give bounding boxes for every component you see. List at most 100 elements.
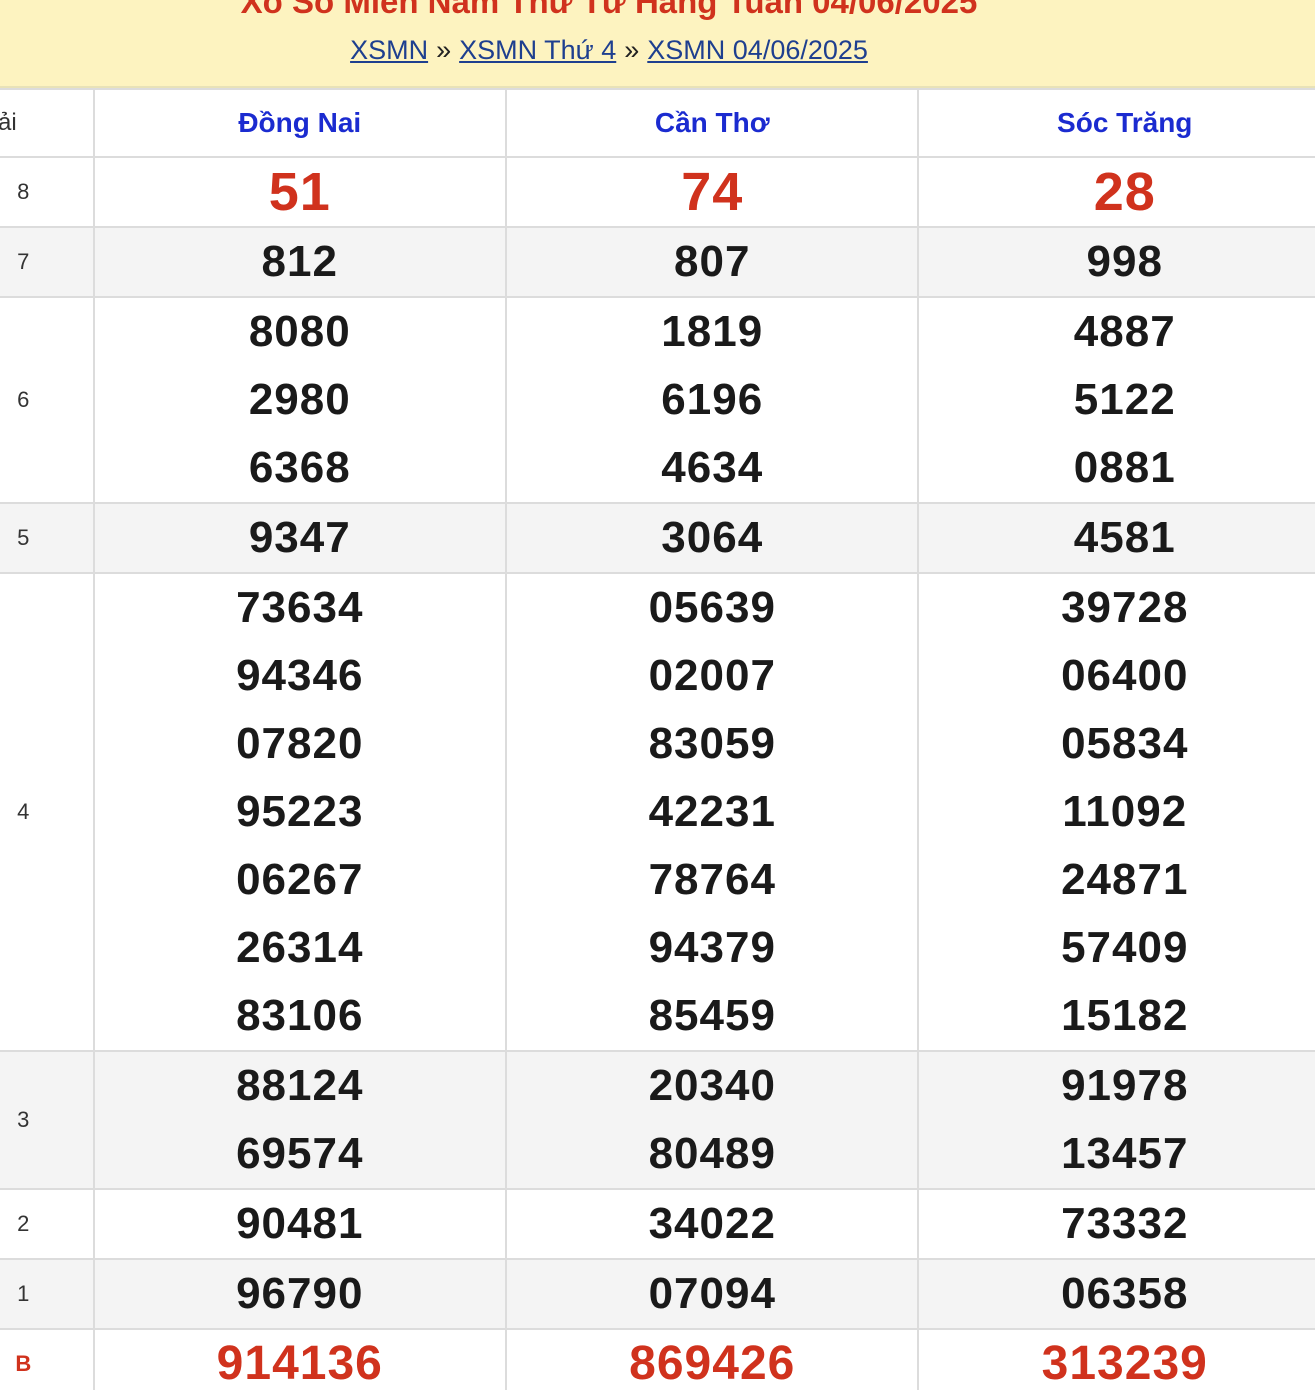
result-cell: 313239 (917, 1328, 1315, 1390)
result-cell: 05639 02007 83059 42231 78764 94379 8545… (504, 572, 920, 1052)
result-cell: 34022 (504, 1188, 920, 1260)
result-number: 83106 (236, 991, 364, 1040)
result-number: 06358 (1061, 1269, 1189, 1318)
result-cell: 8080 2980 6368 (92, 296, 508, 504)
result-number: 9347 (248, 513, 351, 562)
breadcrumb-separator: » (624, 35, 640, 65)
breadcrumb-link-xsmn[interactable]: XSMN (350, 35, 428, 65)
result-number: 05834 (1061, 719, 1189, 768)
result-number: 5122 (1073, 375, 1176, 424)
result-cell: 06358 (917, 1258, 1315, 1330)
result-cell: 4581 (917, 502, 1315, 574)
special-prize-number: 313239 (1041, 1337, 1208, 1390)
header-banner: Xổ Số Miền Nam Thứ Tư Hàng Tuần 04/06/20… (0, 0, 1315, 88)
result-number: 28 (1093, 162, 1156, 222)
result-cell: 20340 80489 (504, 1050, 920, 1190)
result-cell: 90481 (92, 1188, 508, 1260)
result-number: 51 (268, 162, 331, 222)
results-body: 8 51 74 28 7 812 807 998 6 8080 2980 636… (0, 156, 1315, 1390)
result-number: 6196 (661, 375, 764, 424)
prize-label: 4 (0, 572, 95, 1052)
result-number: 74 (681, 162, 744, 222)
special-prize-number: 914136 (216, 1337, 383, 1390)
province-header-can-tho[interactable]: Cần Thơ (504, 88, 920, 158)
result-number: 34022 (648, 1199, 776, 1248)
prize-label: 2 (0, 1188, 95, 1260)
result-number: 05639 (648, 583, 776, 632)
special-prize-number: 869426 (629, 1337, 796, 1390)
result-cell: 1819 6196 4634 (504, 296, 920, 504)
prize-label: 5 (0, 502, 95, 574)
breadcrumb-link-xsmn-thu-4[interactable]: XSMN Thứ 4 (459, 35, 616, 65)
results-page: Xổ Số Miền Nam Thứ Tư Hàng Tuần 04/06/20… (0, 0, 1315, 1390)
result-number: 73332 (1061, 1199, 1189, 1248)
prize-label: 8 (0, 156, 95, 228)
result-number: 4634 (661, 443, 764, 492)
prize-row-8: 8 51 74 28 (0, 156, 1315, 228)
prize-row-7: 7 812 807 998 (0, 226, 1315, 298)
result-number: 94346 (236, 651, 364, 700)
result-number: 4581 (1073, 513, 1176, 562)
prize-row-5: 5 9347 3064 4581 (0, 502, 1315, 574)
prize-row-4: 4 73634 94346 07820 95223 06267 26314 83… (0, 572, 1315, 1052)
result-cell: 869426 (504, 1328, 920, 1390)
result-number: 3064 (661, 513, 764, 562)
prize-row-2: 2 90481 34022 73332 (0, 1188, 1315, 1260)
prize-row-special: B 914136 869426 313239 (0, 1328, 1315, 1390)
result-number: 06267 (236, 855, 364, 904)
result-cell: 73634 94346 07820 95223 06267 26314 8310… (92, 572, 508, 1052)
result-number: 80489 (648, 1129, 776, 1178)
result-number: 73634 (236, 583, 364, 632)
result-number: 20340 (648, 1061, 776, 1110)
result-number: 812 (261, 237, 338, 286)
result-cell: 39728 06400 05834 11092 24871 57409 1518… (917, 572, 1315, 1052)
result-number: 02007 (648, 651, 776, 700)
result-number: 57409 (1061, 923, 1189, 972)
prize-row-3: 3 88124 69574 20340 80489 91978 13457 (0, 1050, 1315, 1190)
result-number: 24871 (1061, 855, 1189, 904)
result-cell: 07094 (504, 1258, 920, 1330)
page-title: Xổ Số Miền Nam Thứ Tư Hàng Tuần 04/06/20… (240, 0, 978, 20)
result-number: 95223 (236, 787, 364, 836)
prize-label: 6 (0, 296, 95, 504)
result-number: 39728 (1061, 583, 1189, 632)
result-cell: 88124 69574 (92, 1050, 508, 1190)
result-cell: 9347 (92, 502, 508, 574)
result-cell: 807 (504, 226, 920, 298)
prize-row-6: 6 8080 2980 6368 1819 6196 4634 4887 512… (0, 296, 1315, 504)
result-number: 998 (1086, 237, 1163, 286)
result-number: 94379 (648, 923, 776, 972)
province-header-soc-trang[interactable]: Sóc Trăng (917, 88, 1315, 158)
result-number: 6368 (248, 443, 351, 492)
result-number: 8080 (248, 307, 351, 356)
result-number: 90481 (236, 1199, 364, 1248)
result-number: 807 (674, 237, 751, 286)
breadcrumb-separator: » (436, 35, 452, 65)
breadcrumb-link-xsmn-date[interactable]: XSMN 04/06/2025 (647, 35, 868, 65)
prize-column-header: ải (0, 88, 95, 158)
result-number: 1819 (661, 307, 764, 356)
result-cell: 28 (917, 156, 1315, 228)
result-cell: 74 (504, 156, 920, 228)
result-number: 85459 (648, 991, 776, 1040)
result-number: 15182 (1061, 991, 1189, 1040)
province-header-dong-nai[interactable]: Đồng Nai (92, 88, 508, 158)
result-cell: 3064 (504, 502, 920, 574)
result-number: 96790 (236, 1269, 364, 1318)
result-number: 13457 (1061, 1129, 1189, 1178)
result-number: 88124 (236, 1061, 364, 1110)
result-number: 69574 (236, 1129, 364, 1178)
result-cell: 51 (92, 156, 508, 228)
result-cell: 96790 (92, 1258, 508, 1330)
prize-label: 7 (0, 226, 95, 298)
result-number: 42231 (648, 787, 776, 836)
result-number: 78764 (648, 855, 776, 904)
prize-row-1: 1 96790 07094 06358 (0, 1258, 1315, 1330)
result-number: 4887 (1073, 307, 1176, 356)
result-cell: 914136 (92, 1328, 508, 1390)
result-number: 06400 (1061, 651, 1189, 700)
result-cell: 812 (92, 226, 508, 298)
result-number: 83059 (648, 719, 776, 768)
result-cell: 91978 13457 (917, 1050, 1315, 1190)
result-cell: 73332 (917, 1188, 1315, 1260)
